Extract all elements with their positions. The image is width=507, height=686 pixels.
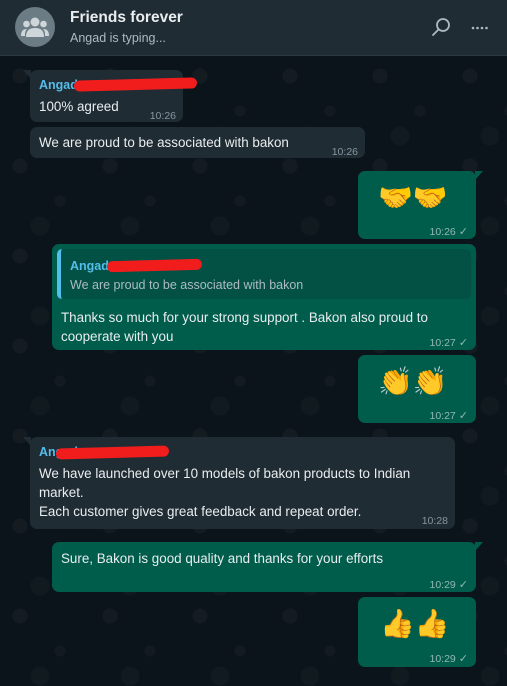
- message-list[interactable]: Angad 100% agreed 10:26 We are proud to …: [0, 56, 507, 686]
- message-text-line: market.: [39, 485, 84, 500]
- handshake-emoji: 🤝🤝: [378, 181, 448, 214]
- message-time: 10:26: [149, 110, 176, 122]
- clapping-hands-emoji: 👏👏: [378, 365, 448, 398]
- message-bubble[interactable]: 🤝🤝 10:26 ✓: [358, 171, 483, 242]
- message-bubble[interactable]: We are proud to be associated with bakon…: [30, 127, 365, 158]
- message-time: 10:27 ✓: [430, 407, 469, 426]
- group-avatar-icon[interactable]: [15, 7, 55, 47]
- message-text-line: We have launched over 10 models of bakon…: [39, 466, 411, 481]
- message-bubble[interactable]: Angad We have launched over 10 models of…: [23, 437, 455, 529]
- thumbs-up-emoji: 👍👍: [380, 607, 450, 640]
- message-text: We are proud to be associated with bakon: [39, 135, 289, 150]
- redaction-mark: [55, 445, 170, 460]
- sent-tick-icon: ✓: [458, 337, 468, 349]
- message-bubble[interactable]: 👍👍 10:29 ✓: [358, 597, 476, 667]
- message-bubble[interactable]: Angad We are proud to be associated with…: [52, 244, 476, 350]
- message-text-line: Each customer gives great feedback and r…: [39, 504, 362, 519]
- message-time: 10:29 ✓: [430, 650, 469, 669]
- message-bubble[interactable]: 👏👏 10:27 ✓: [358, 355, 476, 423]
- message-time: 10:29 ✓: [430, 576, 469, 595]
- message-text: Sure, Bakon is good quality and thanks f…: [61, 551, 384, 566]
- sent-tick-icon: ✓: [458, 410, 468, 422]
- chat-header: Friends forever Angad is typing...: [0, 0, 507, 56]
- search-icon[interactable]: [430, 17, 452, 39]
- message-time: 10:28: [421, 515, 448, 527]
- typing-status: Angad is typing...: [70, 31, 166, 45]
- message-text-line: Thanks so much for your strong support .…: [61, 310, 428, 325]
- sent-tick-icon: ✓: [458, 226, 468, 238]
- message-bubble[interactable]: Angad 100% agreed 10:26: [23, 70, 198, 122]
- message-text: 100% agreed: [39, 99, 119, 114]
- message-time: 10:26 ✓: [430, 223, 469, 242]
- message-time: 10:27 ✓: [430, 334, 469, 353]
- more-options-icon[interactable]: [470, 17, 492, 39]
- message-bubble[interactable]: Sure, Bakon is good quality and thanks f…: [52, 542, 483, 595]
- message-time: 10:26: [331, 146, 358, 158]
- quoted-message[interactable]: Angad We are proud to be associated with…: [57, 249, 471, 299]
- quoted-text: We are proud to be associated with bakon: [70, 278, 304, 292]
- message-text-line: cooperate with you: [61, 329, 174, 344]
- redaction-mark: [73, 77, 198, 92]
- sent-tick-icon: ✓: [458, 579, 468, 591]
- sent-tick-icon: ✓: [458, 653, 468, 665]
- chat-title[interactable]: Friends forever: [70, 9, 183, 27]
- redaction-mark: [106, 258, 203, 273]
- quoted-sender-name: Angad: [70, 259, 109, 273]
- sender-name: Angad: [39, 78, 78, 92]
